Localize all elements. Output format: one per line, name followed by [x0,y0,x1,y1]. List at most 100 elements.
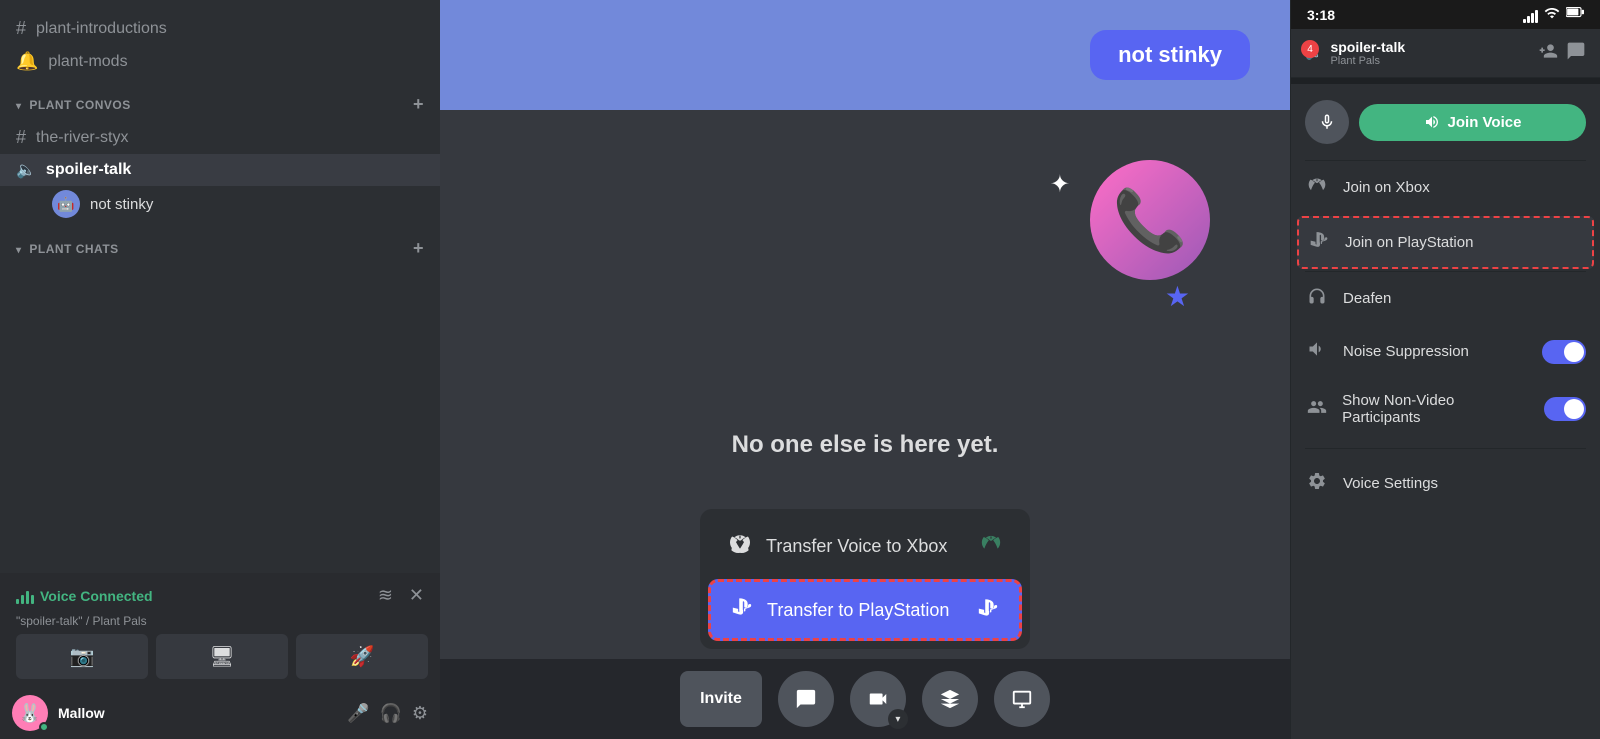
voice-bars-icon [16,588,34,604]
noise-suppression-toggle[interactable] [1542,340,1586,364]
sparkle-icon: ✦ [1050,170,1070,199]
user-avatar: 🐰 [12,695,48,731]
channel-name: spoiler-talk [46,161,131,179]
user-area-icons: 🎤 🎧 ⚙ [347,703,428,724]
chat-button[interactable] [778,671,834,727]
mobile-time: 3:18 [1307,7,1335,23]
camera-button[interactable]: 📷 [16,634,148,679]
noise-suppression-label: Noise Suppression [1343,343,1469,360]
chat-icon[interactable] [1566,41,1586,66]
mobile-deafen[interactable]: Deafen [1291,272,1600,325]
channel-plant-mods[interactable]: 🔔 plant-mods [0,45,440,78]
section-plant-chats: ▾ PLANT CHATS + [0,222,440,265]
user-voice-name: not stinky [90,196,153,213]
voice-toolbar: Invite ▾ [440,659,1290,739]
channel-list: # plant-introductions 🔔 plant-mods ▾ PLA… [0,0,440,573]
menu-divider-3 [1305,448,1586,449]
voice-settings-label: Voice Settings [1343,475,1438,492]
add-user-icon[interactable] [1538,41,1558,66]
invite-label: Invite [700,690,742,708]
transfer-playstation-label: Transfer to PlayStation [767,600,949,621]
signal-icon [1523,6,1538,23]
transfer-playstation-button[interactable]: Transfer to PlayStation [708,579,1022,641]
noise-suppression-icon [1305,339,1329,364]
mobile-status-bar: 3:18 [1291,0,1600,29]
mobile-voice-controls: Join Voice [1291,84,1600,160]
headphones-icon[interactable]: 🎧 [379,703,401,724]
voice-waves-button[interactable]: ≋ [374,581,397,610]
online-status-dot [39,722,49,732]
channel-plant-introductions[interactable]: # plant-introductions [0,12,440,45]
join-voice-label: Join Voice [1448,114,1522,131]
mobile-header-actions [1538,41,1586,66]
settings-icon[interactable]: ⚙ [412,703,428,724]
mobile-mic-button[interactable] [1305,100,1349,144]
chevron-icon: ▾ [16,101,22,112]
activity-toolbar-button[interactable] [922,671,978,727]
microphone-icon[interactable]: 🎤 [347,703,369,724]
xbox-icon [728,531,752,561]
mobile-server-name: Plant Pals [1330,55,1530,67]
transfer-popup: Transfer Voice to Xbox Transfer to PlayS… [700,509,1030,649]
channel-icon-wrapper: 4 🔈 [1305,44,1322,62]
mobile-join-playstation[interactable]: Join on PlayStation [1297,216,1594,269]
join-xbox-label: Join on Xbox [1343,179,1430,196]
mobile-channel-info: spoiler-talk Plant Pals [1330,39,1530,67]
section-plant-convos: ▾ PLANT CONVOS + [0,78,440,121]
sidebar: # plant-introductions 🔔 plant-mods ▾ PLA… [0,0,440,739]
join-voice-button[interactable]: Join Voice [1359,104,1586,141]
hash-icon: # [16,127,26,148]
channel-name: plant-introductions [36,20,167,38]
mobile-channel-header: 4 🔈 spoiler-talk Plant Pals [1291,29,1600,78]
channel-name: the-river-styx [36,129,128,147]
participants-icon [1305,397,1328,422]
voice-action-icons: ≋ ✕ [374,581,428,610]
channel-name: plant-mods [48,53,127,71]
mobile-voice-settings[interactable]: Voice Settings [1291,457,1600,510]
voice-user-avatar: 📞 [1090,160,1210,280]
voice-channel-name: "spoiler-talk" / Plant Pals [16,614,428,628]
screen-share-button[interactable]: 🖥 [156,634,288,679]
transfer-xbox-button[interactable]: Transfer Voice to Xbox [708,517,1022,575]
join-playstation-label: Join on PlayStation [1345,234,1473,251]
voice-status-row: Voice Connected ≋ ✕ [16,581,428,610]
add-channel-button-chats[interactable]: + [413,238,424,259]
mobile-noise-suppression[interactable]: Noise Suppression [1291,325,1600,378]
voice-connected-label: Voice Connected [40,588,153,604]
activity-button[interactable]: 🚀 [296,634,428,679]
show-non-video-label: Show Non-Video Participants [1342,392,1530,426]
invite-button[interactable]: Invite [680,671,762,727]
channel-spoiler-talk[interactable]: 🔈 spoiler-talk [0,154,440,186]
toggle-knob [1564,342,1584,362]
deafen-label: Deafen [1343,290,1391,307]
disconnect-button[interactable]: ✕ [405,581,428,610]
no-one-text: No one else is here yet. [732,431,999,459]
add-channel-button[interactable]: + [413,94,424,115]
xbox-logo-icon [980,532,1002,560]
mobile-join-xbox[interactable]: Join on Xbox [1291,161,1600,214]
section-label: PLANT CONVOS [29,98,130,112]
camera-toolbar-button[interactable]: ▾ [850,671,906,727]
playstation-logo-icon [977,597,999,624]
main-voice-area: not stinky ✦ ★ 📞 No one else is here yet… [440,0,1290,739]
mobile-status-icons [1523,6,1584,23]
show-non-video-toggle[interactable] [1544,397,1586,421]
playstation-icon [731,596,753,624]
chevron-down-icon: ▾ [888,709,908,729]
section-label: PLANT CHATS [29,242,118,256]
channel-the-river-styx[interactable]: # the-river-styx [0,121,440,154]
toggle-knob-2 [1564,399,1584,419]
user-area: 🐰 Mallow 🎤 🎧 ⚙ [0,687,440,739]
headphones-menu-icon [1305,286,1329,311]
screenshare-toolbar-button[interactable] [994,671,1050,727]
voice-connected-bar: Voice Connected ≋ ✕ "spoiler-talk" / Pla… [0,573,440,687]
username: Mallow [58,705,337,721]
transfer-xbox-label: Transfer Voice to Xbox [766,536,947,557]
star-icon: ★ [1165,280,1190,313]
right-panel: 3:18 [1290,0,1600,739]
battery-icon [1566,6,1584,23]
mobile-show-non-video[interactable]: Show Non-Video Participants [1291,378,1600,440]
hash-icon: # [16,18,26,39]
xbox-menu-icon [1305,175,1329,200]
voice-action-buttons: 📷 🖥 🚀 [16,634,428,679]
